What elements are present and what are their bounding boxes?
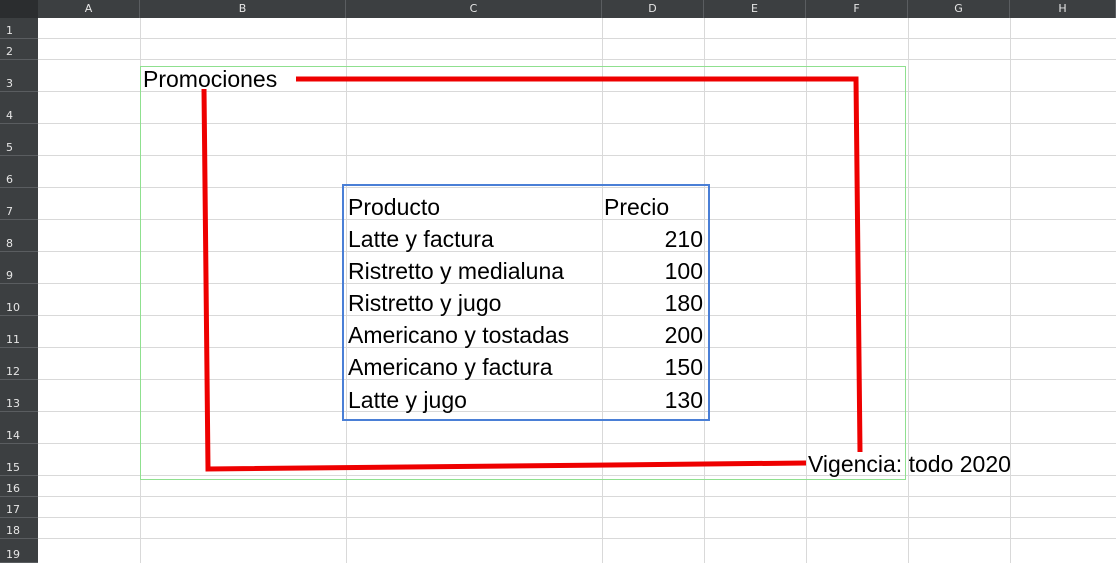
row-header-17[interactable]: 17: [0, 497, 38, 518]
column-header-a[interactable]: A: [38, 0, 140, 18]
table-header-producto[interactable]: Producto: [348, 194, 440, 220]
title-cell[interactable]: Promociones: [143, 66, 277, 92]
footer-cell[interactable]: Vigencia: todo 2020: [808, 451, 1011, 477]
row-header-10[interactable]: 10: [0, 284, 38, 316]
row-header-19[interactable]: 19: [0, 539, 38, 563]
table-row-4-producto[interactable]: Americano y tostadas: [348, 322, 569, 348]
row-header-13[interactable]: 13: [0, 380, 38, 412]
row-header-3[interactable]: 3: [0, 60, 38, 92]
table-row-4-precio[interactable]: 200: [602, 322, 703, 348]
table-row-3-producto[interactable]: Ristretto y jugo: [348, 290, 501, 316]
row-header-15[interactable]: 15: [0, 444, 38, 476]
table-row-5-precio[interactable]: 150: [602, 354, 703, 380]
table-row-3-precio[interactable]: 180: [602, 290, 703, 316]
row-header-12[interactable]: 12: [0, 348, 38, 380]
row-header-18[interactable]: 18: [0, 518, 38, 539]
table-row-6-precio[interactable]: 130: [602, 387, 703, 413]
row-header-1[interactable]: 1: [0, 18, 38, 39]
row-header-6[interactable]: 6: [0, 156, 38, 188]
row-header-4[interactable]: 4: [0, 92, 38, 124]
column-header-h[interactable]: H: [1010, 0, 1116, 18]
row-header-16[interactable]: 16: [0, 476, 38, 497]
column-header-d[interactable]: D: [602, 0, 704, 18]
table-row-1-precio[interactable]: 210: [602, 226, 703, 252]
table-row-2-precio[interactable]: 100: [602, 258, 703, 284]
row-header-5[interactable]: 5: [0, 124, 38, 156]
column-header-b[interactable]: B: [140, 0, 346, 18]
select-all-corner[interactable]: [0, 0, 39, 18]
row-header-11[interactable]: 11: [0, 316, 38, 348]
column-header-c[interactable]: C: [346, 0, 602, 18]
table-row-5-producto[interactable]: Americano y factura: [348, 354, 553, 380]
row-header-2[interactable]: 2: [0, 39, 38, 60]
column-header-f[interactable]: F: [806, 0, 908, 18]
column-header-e[interactable]: E: [704, 0, 806, 18]
column-header-bar: A B C D E F G H: [0, 0, 1116, 18]
row-header-8[interactable]: 8: [0, 220, 38, 252]
table-row-1-producto[interactable]: Latte y factura: [348, 226, 494, 252]
row-header-9[interactable]: 9: [0, 252, 38, 284]
row-header-14[interactable]: 14: [0, 412, 38, 444]
row-header-7[interactable]: 7: [0, 188, 38, 220]
table-header-precio[interactable]: Precio: [604, 194, 669, 220]
table-row-6-producto[interactable]: Latte y jugo: [348, 387, 467, 413]
table-row-2-producto[interactable]: Ristretto y medialuna: [348, 258, 564, 284]
column-header-g[interactable]: G: [908, 0, 1010, 18]
row-header-bar: 1 2 3 4 5 6 7 8 9 10 11 12 13 14 15 16 1…: [0, 18, 38, 563]
